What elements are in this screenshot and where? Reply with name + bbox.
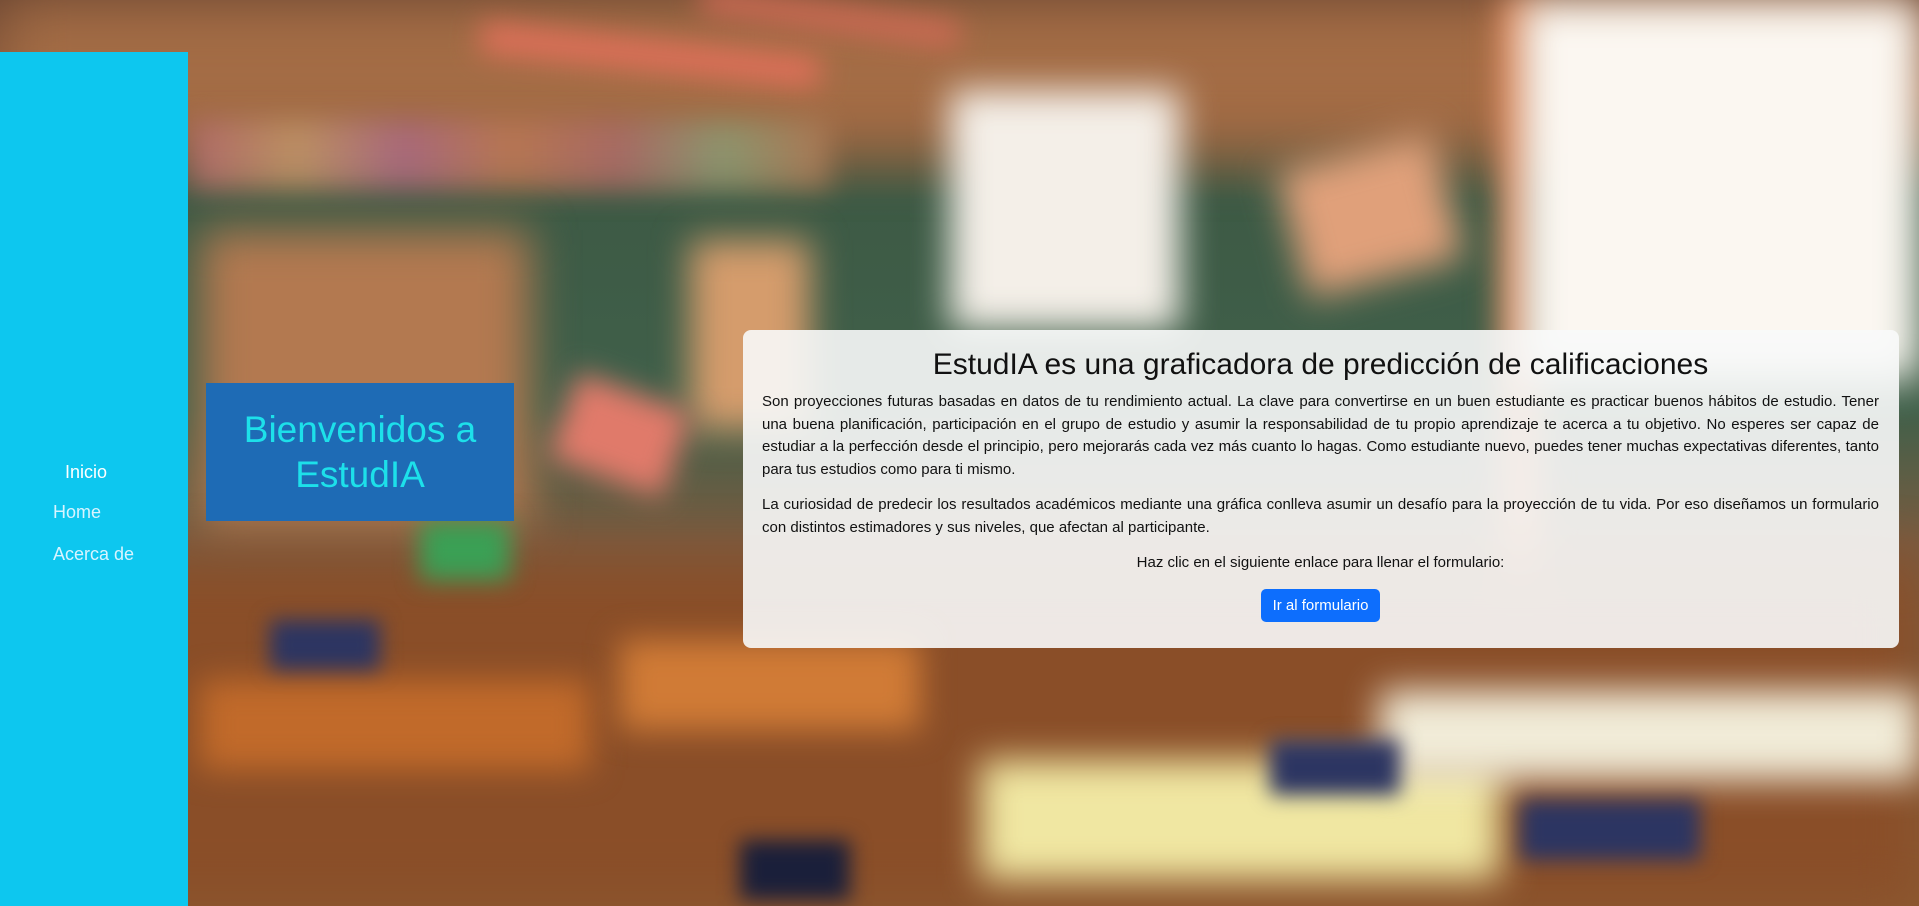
welcome-banner: Bienvenidos a EstudIA (206, 383, 514, 521)
welcome-heading: Bienvenidos a EstudIA (243, 409, 477, 495)
button-container: Ir al formulario (762, 588, 1879, 622)
card-paragraph-1: Son proyecciones futuras basadas en dato… (762, 393, 1879, 478)
sidebar-title: Inicio (65, 462, 108, 482)
card-instruction: Haz clic en el siguiente enlace para lle… (1136, 554, 1505, 571)
card-title: EstudIA es una graficadora de predicción… (932, 348, 1709, 381)
info-card: EstudIA es una graficadora de predicción… (743, 330, 1899, 648)
card-paragraph-2: La curiosidad de predecir los resultados… (762, 496, 1879, 536)
sidebar: Inicio Home Acerca de (0, 52, 188, 906)
go-to-form-button[interactable]: Ir al formulario (1260, 588, 1381, 622)
sidebar-item-about[interactable]: Acerca de (53, 544, 134, 565)
sidebar-item-home[interactable]: Home (53, 502, 101, 523)
